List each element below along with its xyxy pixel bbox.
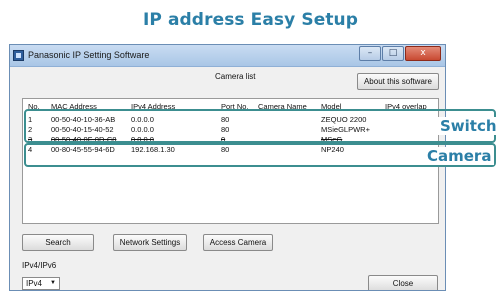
ip-version-select[interactable]: IPv4 ▼ (22, 277, 60, 290)
maximize-button[interactable]: □ (382, 46, 404, 61)
ip-version-label: IPv4/IPv6 (22, 261, 57, 270)
switch-callout-label: Switch (437, 117, 500, 135)
access-camera-button[interactable]: Access Camera (203, 234, 273, 251)
window-controls: – □ x (358, 46, 441, 61)
close-window-button[interactable]: x (405, 46, 441, 61)
minimize-button[interactable]: – (359, 46, 381, 61)
close-button[interactable]: Close (368, 275, 438, 290)
search-button[interactable]: Search (22, 234, 94, 251)
switch-callout-box (24, 109, 496, 143)
chevron-down-icon: ▼ (50, 280, 56, 286)
camera-list-label: Camera list (215, 72, 256, 81)
about-button[interactable]: About this software (357, 73, 439, 90)
network-settings-button[interactable]: Network Settings (113, 234, 187, 251)
app-window: Panasonic IP Setting Software – □ x Came… (9, 44, 446, 291)
camera-callout-label: Camera (424, 147, 495, 165)
app-icon (13, 50, 24, 61)
title-bar[interactable]: Panasonic IP Setting Software – □ x (10, 45, 445, 67)
page-heading: IP address Easy Setup (142, 10, 359, 30)
ip-version-value: IPv4 (26, 279, 43, 288)
window-title: Panasonic IP Setting Software (28, 50, 150, 60)
